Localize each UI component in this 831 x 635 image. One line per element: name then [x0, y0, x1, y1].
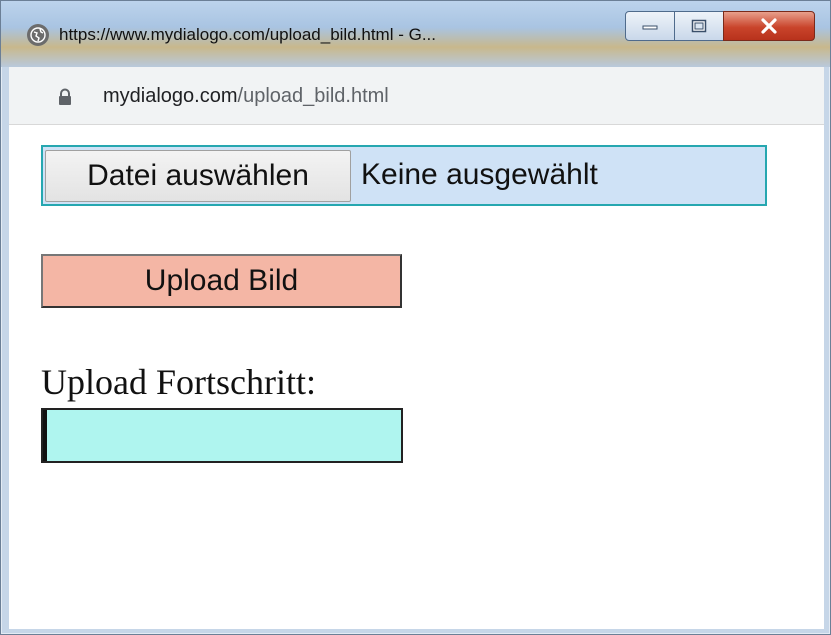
url-domain: mydialogo.com: [103, 85, 238, 107]
upload-image-button[interactable]: Upload Bild: [41, 254, 402, 308]
choose-file-button[interactable]: Datei auswählen: [45, 150, 351, 202]
progress-label: Upload Fortschritt:: [41, 362, 316, 402]
window-title: https://www.mydialogo.com/upload_bild.ht…: [59, 25, 436, 44]
lock-icon: [57, 88, 73, 106]
page-content: Datei auswählen Keine ausgewählt Upload …: [9, 125, 824, 629]
url-path: /upload_bild.html: [237, 85, 389, 107]
globe-icon: [27, 24, 49, 46]
close-icon: [761, 18, 777, 34]
url-text[interactable]: mydialogo.com/upload_bild.html: [103, 85, 389, 108]
close-button[interactable]: [723, 11, 815, 41]
minimize-button[interactable]: [625, 11, 675, 41]
progress-fill: [43, 410, 47, 461]
file-input[interactable]: Datei auswählen Keine ausgewählt: [41, 145, 767, 206]
address-bar[interactable]: mydialogo.com/upload_bild.html: [9, 67, 824, 125]
upload-progress-bar: [41, 408, 403, 463]
maximize-button[interactable]: [674, 11, 724, 41]
title-bar[interactable]: https://www.mydialogo.com/upload_bild.ht…: [1, 1, 830, 67]
minimize-icon: [642, 25, 658, 30]
browser-popup-window: https://www.mydialogo.com/upload_bild.ht…: [0, 0, 831, 635]
file-status-text: Keine ausgewählt: [361, 158, 598, 191]
maximize-icon: [691, 19, 707, 33]
